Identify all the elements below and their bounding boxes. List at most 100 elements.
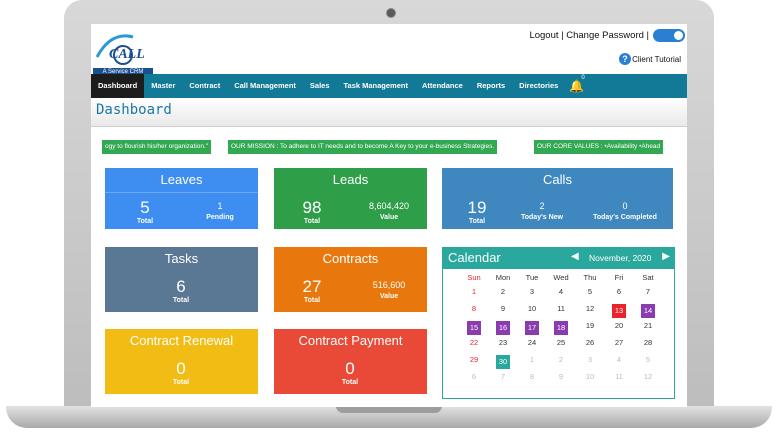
app-logo[interactable]: CALL A Service CRM xyxy=(93,27,153,76)
calendar-day[interactable]: 9 xyxy=(492,304,514,313)
calendar-day[interactable]: 18 xyxy=(554,321,568,335)
calendar-day[interactable]: 10 xyxy=(579,372,601,381)
calendar-day[interactable]: 3 xyxy=(579,355,601,364)
calendar-day[interactable]: 14 xyxy=(641,304,655,318)
card-title: Contract Payment xyxy=(298,333,403,348)
card-label: Total xyxy=(303,297,321,304)
card-value: 2 xyxy=(539,201,545,211)
logo-text: CALL xyxy=(109,47,145,62)
calendar-day[interactable]: 5 xyxy=(637,355,659,364)
calendar-day[interactable]: 10 xyxy=(521,304,543,313)
calendar-day[interactable]: 11 xyxy=(608,372,630,381)
card-value: 516,600 xyxy=(372,280,406,290)
card-label: Total xyxy=(341,379,359,386)
nav-call-management[interactable]: Call Management xyxy=(227,74,303,98)
nav-dashboard[interactable]: Dashboard xyxy=(91,74,145,98)
calendar-day[interactable]: 4 xyxy=(608,355,630,364)
nav-reports[interactable]: Reports xyxy=(470,74,512,98)
theme-toggle[interactable] xyxy=(653,29,685,42)
calendar-day[interactable]: 15 xyxy=(467,321,481,335)
card-value: 98 xyxy=(302,198,322,217)
calendar-title: Calendar xyxy=(448,250,501,265)
card-value: 1 xyxy=(217,201,223,211)
card-title: Tasks xyxy=(164,251,199,266)
card-label: Total xyxy=(136,218,154,225)
card-label: Total xyxy=(172,379,190,386)
calendar-day[interactable]: 22 xyxy=(463,338,485,347)
calendar-day[interactable]: 6 xyxy=(463,372,485,381)
calendar-day[interactable]: 11 xyxy=(550,304,572,313)
calendar-day[interactable]: 25 xyxy=(550,338,572,347)
calendar-day[interactable]: 2 xyxy=(492,287,514,296)
calls-card[interactable]: Calls 19 Total 2 Today's New 0 Today's Comp… xyxy=(442,168,673,229)
calendar-day[interactable]: 30 xyxy=(496,355,510,369)
calendar-day[interactable]: 2 xyxy=(550,355,572,364)
nav-directories[interactable]: Directories xyxy=(512,74,565,98)
calendar-day[interactable]: 19 xyxy=(579,321,601,330)
client-tutorial-link[interactable]: Client Tutorial xyxy=(632,55,681,64)
main-nav: Dashboard Master Contract Call Managemen… xyxy=(91,74,687,98)
calendar-header: Calendar ◀ November, 2020 ▶ xyxy=(443,248,674,269)
tasks-card[interactable]: Tasks 6 Total xyxy=(105,247,258,312)
calendar-day[interactable]: 1 xyxy=(463,287,485,296)
calendar-day[interactable]: 24 xyxy=(521,338,543,347)
card-label: Today's New xyxy=(521,214,563,221)
nav-contract[interactable]: Contract xyxy=(182,74,227,98)
nav-task-management[interactable]: Task Management xyxy=(337,74,415,98)
camera-icon xyxy=(386,8,396,18)
calendar-day[interactable]: 26 xyxy=(579,338,601,347)
nav-master[interactable]: Master xyxy=(144,74,182,98)
calendar-day[interactable]: 28 xyxy=(637,338,659,347)
calendar-day[interactable]: 17 xyxy=(525,321,539,335)
nav-sales[interactable]: Sales xyxy=(303,74,337,98)
weekday-label: Mon xyxy=(495,273,511,282)
calendar-day[interactable]: 29 xyxy=(463,355,485,364)
top-bar: CALL A Service CRM Logout | Change Passw… xyxy=(91,24,687,76)
card-value: 19 xyxy=(467,198,487,217)
calendar-day[interactable]: 13 xyxy=(612,304,626,318)
calendar-day[interactable]: 4 xyxy=(550,287,572,296)
card-value: 0 xyxy=(345,359,355,378)
contracts-card[interactable]: Contracts 27 Total 516,600 Value xyxy=(274,247,427,312)
nav-attendance[interactable]: Attendance xyxy=(415,74,470,98)
calendar-day[interactable]: 21 xyxy=(637,321,659,330)
leaves-card[interactable]: Leaves 5 Total 1 Pending xyxy=(105,168,258,229)
calendar-day[interactable]: 8 xyxy=(521,372,543,381)
prev-month-icon[interactable]: ◀ xyxy=(571,251,579,262)
card-label: Pending xyxy=(206,214,234,221)
calendar-day[interactable]: 5 xyxy=(579,287,601,296)
calendar-day[interactable]: 20 xyxy=(608,321,630,330)
card-title: Leads xyxy=(332,172,369,187)
laptop-notch xyxy=(336,406,442,413)
calendar-day[interactable]: 16 xyxy=(496,321,510,335)
calendar-day[interactable]: 1 xyxy=(521,355,543,364)
calendar-day[interactable]: 7 xyxy=(637,287,659,296)
news-ticker: ogy to flourish his/her organization." O… xyxy=(102,140,677,154)
weekday-label: Fri xyxy=(614,273,624,282)
page-title: Dashboard xyxy=(96,102,172,118)
card-label: Today's Completed xyxy=(593,214,657,221)
calendar-day[interactable]: 3 xyxy=(521,287,543,296)
account-links[interactable]: Logout | Change Password | xyxy=(529,30,649,41)
calendar-day[interactable]: 6 xyxy=(608,287,630,296)
next-month-icon[interactable]: ▶ xyxy=(662,251,670,262)
weekday-label: Tue xyxy=(525,273,539,282)
weekday-label: Sat xyxy=(642,273,654,282)
card-label: Value xyxy=(379,293,399,300)
calendar-day[interactable]: 8 xyxy=(463,304,485,313)
contract-payment-card[interactable]: Contract Payment 0 Total xyxy=(274,329,427,394)
contract-renewal-card[interactable]: Contract Renewal 0 Total xyxy=(105,329,258,394)
card-label: Total xyxy=(172,297,190,304)
leads-card[interactable]: Leads 98 Total 8,604,420 Value xyxy=(274,168,427,229)
card-value: 8,604,420 xyxy=(368,201,410,211)
app-screen: CALL A Service CRM Logout | Change Passw… xyxy=(91,24,687,407)
card-title: Contract Renewal xyxy=(129,333,234,348)
calendar-day[interactable]: 27 xyxy=(608,338,630,347)
calendar-day[interactable]: 12 xyxy=(637,372,659,381)
calendar-day[interactable]: 9 xyxy=(550,372,572,381)
help-icon[interactable]: ? xyxy=(619,53,631,65)
calendar-day[interactable]: 23 xyxy=(492,338,514,347)
notification-bell-icon[interactable]: 🔔 0 xyxy=(569,75,584,93)
calendar-day[interactable]: 12 xyxy=(579,304,601,313)
calendar-day[interactable]: 7 xyxy=(492,372,514,381)
